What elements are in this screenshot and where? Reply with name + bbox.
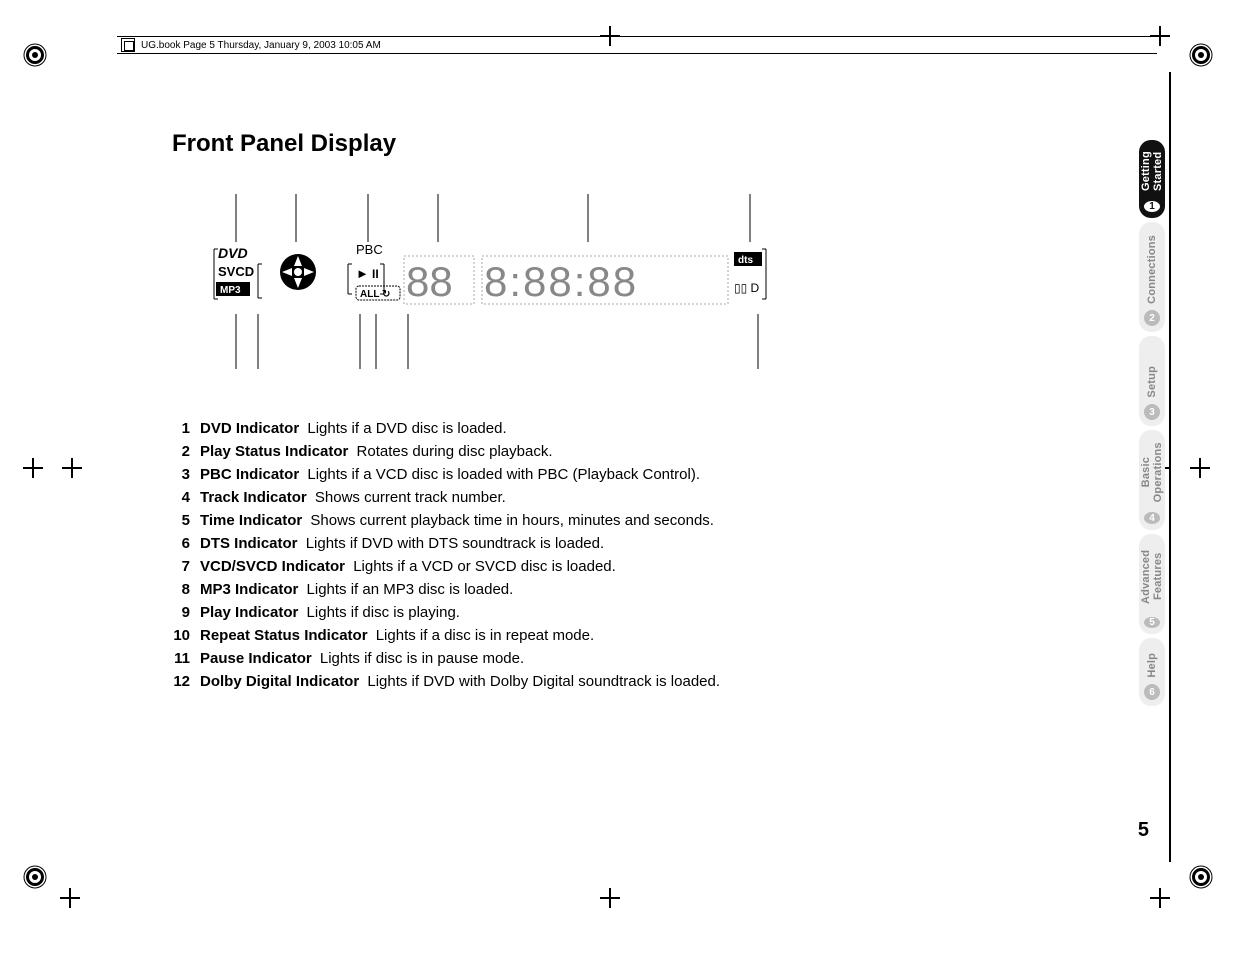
- crop-mark: [1150, 888, 1170, 908]
- indicator-list: 1DVD Indicator Lights if a DVD disc is l…: [172, 418, 992, 692]
- book-icon: [121, 38, 135, 52]
- time-display: 8:88:88: [484, 258, 638, 305]
- front-panel-diagram: DVD SVCD MP3: [208, 194, 992, 384]
- list-item: 7VCD/SVCD Indicator Lights if a VCD or S…: [172, 556, 992, 577]
- list-item: 9Play Indicator Lights if disc is playin…: [172, 602, 992, 623]
- page-header: UG.book Page 5 Thursday, January 9, 2003…: [117, 36, 1157, 54]
- list-item: 12Dolby Digital Indicator Lights if DVD …: [172, 671, 992, 692]
- header-text: UG.book Page 5 Thursday, January 9, 2003…: [141, 40, 381, 51]
- svcd-label: SVCD: [218, 264, 254, 279]
- tab-getting-started[interactable]: 1Getting Started: [1139, 140, 1165, 218]
- tab-advanced-features[interactable]: 5Advanced Features: [1139, 534, 1165, 634]
- dvd-label: DVD: [218, 245, 248, 261]
- list-item: 6DTS Indicator Lights if DVD with DTS so…: [172, 533, 992, 554]
- pause-icon: II: [372, 267, 379, 281]
- tab-help[interactable]: 6Help: [1139, 638, 1165, 706]
- registration-mark: [22, 42, 48, 68]
- list-item: 4Track Indicator Shows current track num…: [172, 487, 992, 508]
- list-item: 2Play Status Indicator Rotates during di…: [172, 441, 992, 462]
- list-item: 10Repeat Status Indicator Lights if a di…: [172, 625, 992, 646]
- list-item: 8MP3 Indicator Lights if an MP3 disc is …: [172, 579, 992, 600]
- pbc-label: PBC: [356, 242, 383, 257]
- tab-setup[interactable]: 3Setup: [1139, 336, 1165, 426]
- tab-basic-operations[interactable]: 4Basic Operations: [1139, 430, 1165, 530]
- registration-mark: [1188, 42, 1214, 68]
- crop-mark: [60, 888, 80, 908]
- margin-rule: [1169, 72, 1171, 862]
- dts-label: dts: [738, 255, 753, 266]
- mp3-label: MP3: [220, 285, 241, 296]
- section-tabs: 1Getting Started 2Connections 3Setup 4Ba…: [1139, 140, 1165, 706]
- tab-connections[interactable]: 2Connections: [1139, 222, 1165, 332]
- page-content: Front Panel Display: [172, 130, 992, 694]
- play-icon: ►: [356, 266, 369, 281]
- registration-mark: [22, 864, 48, 890]
- page-number: 5: [1138, 819, 1149, 842]
- page-title: Front Panel Display: [172, 130, 992, 158]
- dolby-label: ▯▯ D: [734, 281, 760, 295]
- crop-mark: [23, 458, 43, 478]
- all-label: ALL ↻: [360, 289, 390, 300]
- list-item: 11Pause Indicator Lights if disc is in p…: [172, 648, 992, 669]
- crop-mark: [600, 888, 620, 908]
- track-display: 88: [406, 258, 453, 305]
- crop-mark: [62, 458, 82, 478]
- list-item: 1DVD Indicator Lights if a DVD disc is l…: [172, 418, 992, 439]
- registration-mark: [1188, 864, 1214, 890]
- list-item: 5Time Indicator Shows current playback t…: [172, 510, 992, 531]
- list-item: 3PBC Indicator Lights if a VCD disc is l…: [172, 464, 992, 485]
- crop-mark: [1190, 458, 1210, 478]
